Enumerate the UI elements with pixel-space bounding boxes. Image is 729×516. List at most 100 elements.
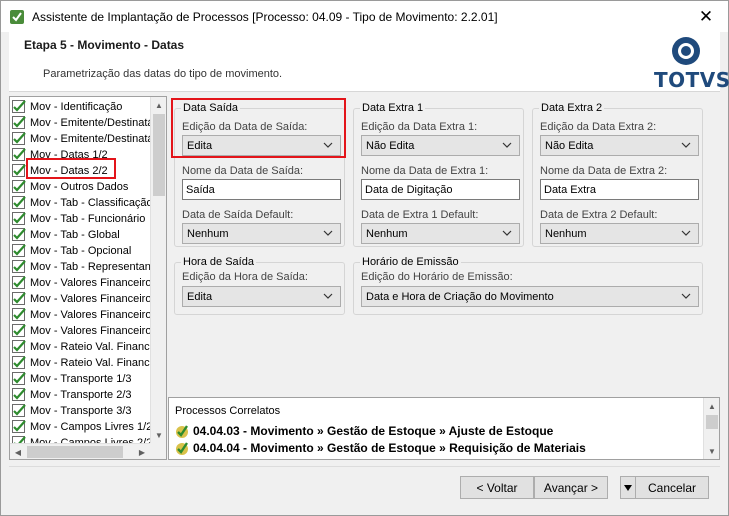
scroll-left-icon[interactable]: ◀ [10, 444, 26, 459]
step-item[interactable]: Mov - Datas 1/2 [12, 147, 108, 163]
step-item[interactable]: Mov - Rateio Val. Financeiros [12, 355, 166, 371]
step-item[interactable]: Mov - Identificação [12, 99, 122, 115]
totvs-logo: TOTVS [654, 35, 729, 92]
step-label: Mov - Outros Dados [30, 181, 129, 193]
scroll-up-icon[interactable]: ▲ [704, 398, 720, 414]
data-saida-nome-label: Nome da Data de Saída: [182, 165, 304, 177]
horario-emissao-title: Horário de Emissão [360, 256, 461, 268]
step-item[interactable]: Mov - Campos Livres 1/2 [12, 419, 152, 435]
related-process-item[interactable]: 04.04.04 - Movimento » Gestão de Estoque… [174, 440, 586, 456]
close-icon[interactable]: ✕ [684, 1, 728, 32]
data-saida-edicao-label: Edição da Data de Saída: [182, 121, 308, 133]
data-extra1-default-select[interactable]: Nenhum [361, 223, 520, 244]
step-item[interactable]: Mov - Tab - Global [12, 227, 120, 243]
step-label: Mov - Campos Livres 1/2 [30, 421, 153, 433]
data-saida-group: Data Saída Edição da Data de Saída: Edit… [174, 102, 345, 247]
related-process-item[interactable]: 04.04.03 - Movimento » Gestão de Estoque… [174, 423, 553, 439]
horario-emissao-edicao-label: Edição do Horário de Emissão: [361, 271, 513, 283]
step-item[interactable]: Mov - Transporte 3/3 [12, 403, 132, 419]
data-extra2-nome-input[interactable]: Data Extra [540, 179, 699, 200]
hscroll-thumb[interactable] [27, 446, 123, 458]
scroll-down-icon[interactable]: ▼ [704, 443, 720, 459]
step-item[interactable]: Mov - Emitente/Destinatário [12, 115, 166, 131]
data-extra2-edicao-label: Edição da Data Extra 2: [540, 121, 657, 133]
step-item[interactable]: Mov - Tab - Opcional [12, 243, 131, 259]
chevron-down-icon [502, 230, 512, 236]
step-item[interactable]: Mov - Rateio Val. Financeiros [12, 339, 166, 355]
options-dropdown-button[interactable] [620, 476, 636, 499]
steps-horizontal-scrollbar[interactable]: ◀ ▶ [10, 443, 150, 459]
step-item[interactable]: Mov - Valores Financeiros [12, 307, 157, 323]
steps-list[interactable]: Mov - Identificação Mov - Emitente/Destin… [9, 96, 167, 460]
step-label: Mov - Tab - Classificação [30, 197, 153, 209]
data-extra2-default-select[interactable]: Nenhum [540, 223, 699, 244]
data-saida-edicao-select[interactable]: Edita [182, 135, 341, 156]
step-label: Mov - Tab - Global [30, 229, 120, 241]
step-label: Mov - Identificação [30, 101, 123, 113]
data-extra1-default-label: Data de Extra 1 Default: [361, 209, 479, 221]
data-extra1-edicao-label: Edição da Data Extra 1: [361, 121, 478, 133]
hora-saida-edicao-select[interactable]: Edita [182, 286, 341, 307]
data-saida-default-label: Data de Saída Default: [182, 209, 294, 221]
stage-title: Etapa 5 - Movimento - Datas [24, 38, 185, 52]
data-extra2-default-label: Data de Extra 2 Default: [540, 209, 658, 221]
title-bar: Assistente de Implantação de Processos [… [1, 1, 728, 32]
wizard-header: Etapa 5 - Movimento - Datas Parametrizaç… [9, 32, 729, 92]
data-extra1-title: Data Extra 1 [360, 102, 426, 114]
step-item[interactable]: Mov - Tab - Representante [12, 259, 160, 275]
step-checkbox-icon [12, 212, 26, 225]
step-checkbox-icon [12, 372, 26, 385]
data-extra2-edicao-select[interactable]: Não Edita [540, 135, 699, 156]
chevron-down-icon [502, 142, 512, 148]
step-item[interactable]: Mov - Emitente/Destinatário [12, 131, 166, 147]
horario-emissao-group: Horário de Emissão Edição do Horário de … [353, 256, 703, 315]
step-label: Mov - Datas 1/2 [30, 149, 108, 161]
step-label: Mov - Transporte 2/3 [30, 389, 132, 401]
step-checkbox-icon [12, 404, 26, 417]
data-saida-nome-input[interactable]: Saída [182, 179, 341, 200]
step-item[interactable]: Mov - Tab - Classificação [12, 195, 153, 211]
scroll-right-icon[interactable]: ▶ [134, 444, 150, 459]
step-item[interactable]: Mov - Datas 2/2 [12, 163, 108, 179]
step-checkbox-icon [12, 324, 26, 337]
hora-saida-group: Hora de Saída Edição da Hora de Saída: E… [174, 256, 345, 315]
scroll-up-icon[interactable]: ▲ [151, 97, 166, 113]
back-button[interactable]: < Voltar [460, 476, 534, 499]
related-vertical-scrollbar[interactable]: ▲ ▼ [703, 398, 719, 459]
data-extra1-edicao-select[interactable]: Não Edita [361, 135, 520, 156]
cancel-button[interactable]: Cancelar [635, 476, 709, 499]
step-checkbox-icon [12, 276, 26, 289]
step-item[interactable]: Mov - Outros Dados [12, 179, 128, 195]
horario-emissao-edicao-select[interactable]: Data e Hora de Criação do Movimento [361, 286, 699, 307]
steps-vertical-scrollbar[interactable]: ▲ ▼ [150, 97, 166, 443]
chevron-down-icon [323, 293, 333, 299]
data-extra1-default-value: Nenhum [366, 227, 408, 240]
related-processes-panel: Processos Correlatos 04.04.03 - Moviment… [168, 397, 720, 460]
step-checkbox-icon [12, 228, 26, 241]
logo-text: TOTVS [654, 68, 729, 92]
stage-description: Parametrização das datas do tipo de movi… [43, 68, 283, 80]
hora-saida-title: Hora de Saída [181, 256, 256, 268]
data-extra2-nome-label: Nome da Data de Extra 2: [540, 165, 668, 177]
data-extra1-edicao-value: Não Edita [366, 139, 415, 152]
related-scroll-thumb[interactable] [706, 415, 718, 429]
data-extra1-nome-input[interactable]: Data de Digitação [361, 179, 520, 200]
process-check-icon [174, 423, 190, 439]
next-button[interactable]: Avançar > [534, 476, 608, 499]
hora-saida-edicao-label: Edição da Hora de Saída: [182, 271, 308, 283]
step-item[interactable]: Mov - Transporte 1/3 [12, 371, 132, 387]
data-saida-default-select[interactable]: Nenhum [182, 223, 341, 244]
step-label: Mov - Emitente/Destinatário [30, 117, 166, 129]
step-item[interactable]: Mov - Valores Financeiros [12, 323, 157, 339]
scroll-down-icon[interactable]: ▼ [151, 427, 166, 443]
step-item[interactable]: Mov - Transporte 2/3 [12, 387, 132, 403]
totvs-logo-mark-icon [672, 37, 700, 65]
step-item[interactable]: Mov - Valores Financeiros [12, 291, 157, 307]
step-checkbox-icon [12, 132, 26, 145]
step-item[interactable]: Mov - Valores Financeiros [12, 275, 157, 291]
chevron-down-icon [323, 142, 333, 148]
scroll-thumb[interactable] [153, 114, 165, 196]
step-item[interactable]: Mov - Tab - Funcionário [12, 211, 145, 227]
hora-saida-edicao-value: Edita [187, 290, 213, 303]
step-checkbox-icon [12, 244, 26, 257]
